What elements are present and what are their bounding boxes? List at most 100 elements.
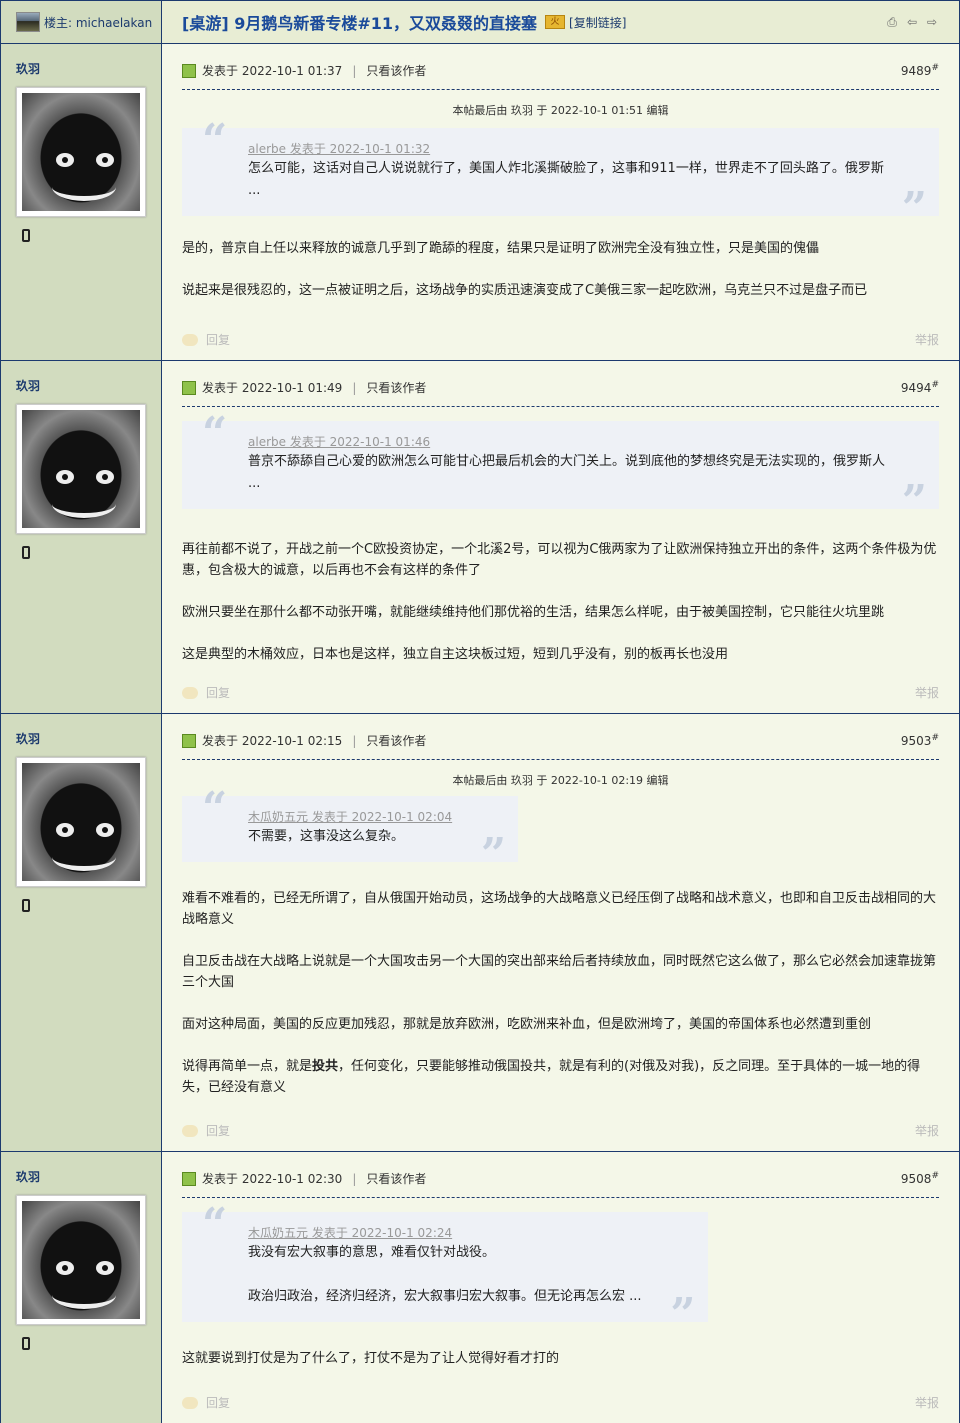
thread-title-bar: [桌游] 9月鹅鸟新番专楼#11，又双叒叕的直接塞 火 [复制链接] ⎙ ⇦ ⇨ xyxy=(162,1,959,43)
report-button[interactable]: 举报 xyxy=(915,331,939,348)
post-meta: 发表于 2022-10-1 01:37 | 只看该作者 9489# xyxy=(182,60,939,90)
post-paragraph: 这是典型的木桶效应，日本也是这样，独立自主这块板过短，短到几乎没有，别的板再长也… xyxy=(182,647,729,662)
post-paragraph: 面对这种局面，美国的反应更加残忍，那就是放弃欧洲，吃欧洲来补血，但是欧洲垮了，美… xyxy=(182,1017,872,1032)
post-paragraph: 难看不难看的，已经无所谓了，自从俄国开始动员，这场战争的大战略意义已经压倒了战略… xyxy=(182,891,937,927)
post-paragraph: 说起来是很残忍的，这一点被证明之后，这场战争的实质迅速演变成了C美俄三家一起吃欧… xyxy=(182,283,868,298)
owner-avatar[interactable] xyxy=(16,12,40,32)
copy-link-button[interactable]: [复制链接] xyxy=(569,14,626,31)
quote-text: 怎么可能，这话对自己人说说就行了，美国人炸北溪撕破脸了，这事和911一样，世界走… xyxy=(248,161,884,198)
author-avatar[interactable] xyxy=(16,87,146,217)
author-avatar[interactable] xyxy=(16,404,146,534)
reply-icon xyxy=(182,686,198,699)
post-time: 发表于 2022-10-1 02:15 xyxy=(202,734,343,748)
post-content: 发表于 2022-10-1 01:49 | 只看该作者 9494# “ aler… xyxy=(162,361,959,713)
post-body: 再往前都不说了，开战之前一个C欧投资协定，一个北溪2号，可以视为C俄两家为了让欧… xyxy=(182,539,939,665)
floor-number[interactable]: 9508# xyxy=(901,1171,939,1186)
mobile-icon xyxy=(22,899,30,912)
divider: | xyxy=(352,733,357,748)
quote-source[interactable]: 木瓜奶五元 发表于 2022-10-1 02:24 xyxy=(248,1224,642,1242)
only-author-link[interactable]: 只看该作者 xyxy=(366,62,426,79)
divider: | xyxy=(352,63,357,78)
post-paragraph: 再往前都不说了，开战之前一个C欧投资协定，一个北溪2号，可以视为C俄两家为了让欧… xyxy=(182,542,937,578)
author-name[interactable]: 玖羽 xyxy=(16,1168,161,1185)
mobile-icon xyxy=(22,546,30,559)
author-panel: 玖羽 xyxy=(1,1152,162,1423)
thread-title: [桌游] 9月鹅鸟新番专楼#11，又双叒叕的直接塞 xyxy=(182,14,538,33)
quote-open-icon: “ xyxy=(202,408,228,459)
quote-block: “ 木瓜奶五元 发表于 2022-10-1 02:04 不需要，这事没这么复杂。… xyxy=(182,787,519,877)
next-thread-icon[interactable]: ⇨ xyxy=(925,15,939,29)
online-status-icon xyxy=(182,63,196,78)
report-button[interactable]: 举报 xyxy=(915,684,939,701)
print-icon[interactable]: ⎙ xyxy=(885,15,899,29)
author-name[interactable]: 玖羽 xyxy=(16,730,161,747)
quote-text: 政治归政治，经济归经济，宏大叙事归宏大叙事。但无论再怎么宏 ... xyxy=(248,1289,642,1304)
reply-icon xyxy=(182,1396,198,1409)
author-panel: 玖羽 xyxy=(1,44,162,360)
floor-number[interactable]: 9489# xyxy=(901,63,939,78)
post-time: 发表于 2022-10-1 02:30 xyxy=(202,1172,343,1186)
reply-button[interactable]: 回复 xyxy=(206,1122,230,1139)
hot-badge-icon: 火 xyxy=(545,15,566,29)
post-time: 发表于 2022-10-1 01:37 xyxy=(202,64,343,78)
quote-text: 我没有宏大叙事的意思，难看仅针对战役。 xyxy=(248,1245,496,1260)
quote-close-icon: ” xyxy=(480,829,507,880)
quote-block: “ alerbe 发表于 2022-10-1 01:32 怎么可能，这话对自己人… xyxy=(182,119,939,231)
quote-source[interactable]: 木瓜奶五元 发表于 2022-10-1 02:04 xyxy=(248,808,452,826)
author-name[interactable]: 玖羽 xyxy=(16,60,161,77)
post-actions: 回复 举报 xyxy=(182,684,939,701)
post-meta: 发表于 2022-10-1 01:49 | 只看该作者 9494# xyxy=(182,377,939,407)
post-actions: 回复 举报 xyxy=(182,1122,939,1139)
post-actions: 回复 举报 xyxy=(182,1394,939,1411)
floor-number[interactable]: 9503# xyxy=(901,733,939,748)
reply-button[interactable]: 回复 xyxy=(206,1394,230,1411)
post-paragraph: 这就要说到打仗是为了什么了，打仗不是为了让人觉得好看才打的 xyxy=(182,1351,560,1366)
owner-label[interactable]: 楼主: michaelakan xyxy=(44,14,152,31)
report-button[interactable]: 举报 xyxy=(915,1394,939,1411)
thread-owner-panel: 楼主: michaelakan xyxy=(1,1,162,43)
quote-source[interactable]: alerbe 发表于 2022-10-1 01:32 xyxy=(248,140,889,158)
post-body: 难看不难看的，已经无所谓了，自从俄国开始动员，这场战争的大战略意义已经压倒了战略… xyxy=(182,888,939,1098)
reply-button[interactable]: 回复 xyxy=(206,331,230,348)
floor-number[interactable]: 9494# xyxy=(901,380,939,395)
post-body: 这就要说到打仗是为了什么了，打仗不是为了让人觉得好看才打的 xyxy=(182,1348,939,1369)
post-content: 发表于 2022-10-1 01:37 | 只看该作者 9489# 本帖最后由 … xyxy=(162,44,959,360)
only-author-link[interactable]: 只看该作者 xyxy=(366,732,426,749)
divider: | xyxy=(352,1171,357,1186)
report-button[interactable]: 举报 xyxy=(915,1122,939,1139)
prev-thread-icon[interactable]: ⇦ xyxy=(905,15,919,29)
quote-source[interactable]: alerbe 发表于 2022-10-1 01:46 xyxy=(248,433,889,451)
quote-close-icon: ” xyxy=(670,1289,696,1340)
quote-open-icon: “ xyxy=(202,1199,228,1250)
post: 玖羽 发表于 2022-10-1 02:30 | 只看该作者 9508# “ 木… xyxy=(1,1152,959,1423)
online-status-icon xyxy=(182,733,196,748)
post-meta: 发表于 2022-10-1 02:15 | 只看该作者 9503# xyxy=(182,730,939,760)
post: 玖羽 发表于 2022-10-1 01:49 | 只看该作者 9494# “ a… xyxy=(1,361,959,714)
author-avatar[interactable] xyxy=(16,1195,146,1325)
mobile-icon xyxy=(22,1337,30,1350)
post-paragraph: 说得再简单一点，就是投共，任何变化，只要能够推动俄国投共，就是有利的(对俄及对我… xyxy=(182,1059,921,1095)
author-panel: 玖羽 xyxy=(1,361,162,713)
divider: | xyxy=(352,380,357,395)
author-name[interactable]: 玖羽 xyxy=(16,377,161,394)
edit-note: 本帖最后由 玖羽 于 2022-10-1 01:51 编辑 xyxy=(452,104,669,117)
quote-block: “ 木瓜奶五元 发表于 2022-10-1 02:24 我没有宏大叙事的意思，难… xyxy=(182,1199,708,1337)
only-author-link[interactable]: 只看该作者 xyxy=(366,379,426,396)
only-author-link[interactable]: 只看该作者 xyxy=(366,1170,426,1187)
post: 玖羽 发表于 2022-10-1 01:37 | 只看该作者 9489# 本帖最… xyxy=(1,44,959,361)
online-status-icon xyxy=(182,380,196,395)
author-avatar[interactable] xyxy=(16,757,146,887)
author-panel: 玖羽 xyxy=(1,714,162,1151)
quote-text: 不需要，这事没这么复杂。 xyxy=(248,829,405,844)
thread-header: 楼主: michaelakan [桌游] 9月鹅鸟新番专楼#11，又双叒叕的直接… xyxy=(1,1,959,44)
post-body: 是的，普京自上任以来释放的诚意几乎到了跪舔的程度，结果只是证明了欧洲完全没有独立… xyxy=(182,238,939,301)
post-content: 发表于 2022-10-1 02:30 | 只看该作者 9508# “ 木瓜奶五… xyxy=(162,1152,959,1423)
reply-icon xyxy=(182,333,198,346)
reply-button[interactable]: 回复 xyxy=(206,684,230,701)
post-content: 发表于 2022-10-1 02:15 | 只看该作者 9503# 本帖最后由 … xyxy=(162,714,959,1151)
post-paragraph: 是的，普京自上任以来释放的诚意几乎到了跪舔的程度，结果只是证明了欧洲完全没有独立… xyxy=(182,241,820,256)
post-actions: 回复 举报 xyxy=(182,331,939,348)
quote-close-icon: ” xyxy=(901,476,927,527)
mobile-icon xyxy=(22,229,30,242)
post: 玖羽 发表于 2022-10-1 02:15 | 只看该作者 9503# 本帖最… xyxy=(1,714,959,1152)
